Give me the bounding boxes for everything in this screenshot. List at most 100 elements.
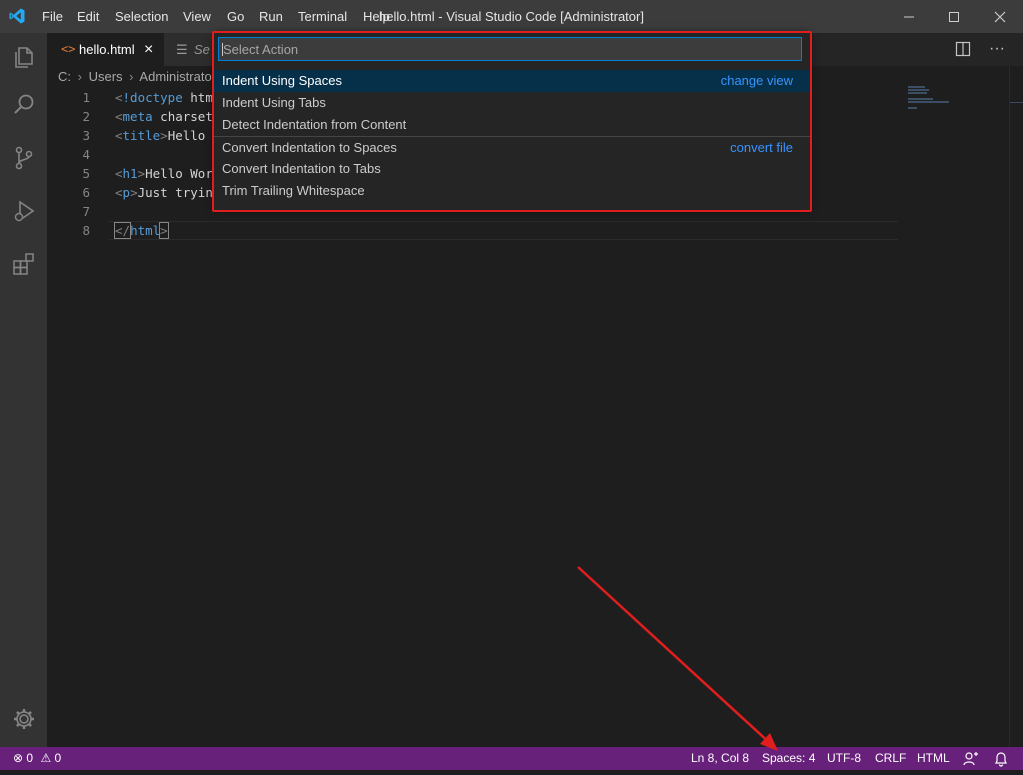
code-tag: !doctype [122,90,183,105]
quick-pick-item[interactable]: Convert Indentation to Tabs [214,158,810,180]
code-bracket: < [115,109,123,124]
chevron-right-icon: › [129,69,134,84]
maximize-button[interactable] [931,0,977,33]
menu-terminal[interactable]: Terminal [298,0,347,33]
code-bracket: > [159,222,169,239]
menu-help[interactable]: Help [363,0,390,33]
language-mode-status[interactable]: HTML [917,747,950,770]
code-text: Hello Wor [145,166,213,181]
line-number: 8 [82,223,90,238]
gear-icon [13,709,34,729]
quick-pick-item-group: convert file [730,140,793,155]
line-number: 6 [82,185,90,200]
activity-source-control[interactable] [0,134,47,182]
encoding-status[interactable]: UTF-8 [827,747,861,770]
line-number: 1 [82,90,90,105]
code-line: </html> [113,221,169,240]
close-icon [994,11,1006,22]
quick-pick-item-label: Indent Using Tabs [222,95,326,110]
activity-manage[interactable] [0,695,47,743]
feedback-button[interactable] [963,747,979,770]
activity-bar [0,33,47,747]
extensions-icon [12,253,34,275]
code-tag: meta [122,109,153,124]
tab-close-button[interactable]: × [144,33,153,66]
more-actions-icon[interactable]: ··· [987,39,1007,59]
indentation-status[interactable]: Spaces: 4 [762,747,815,770]
quick-pick-input[interactable] [218,37,802,61]
activity-search[interactable] [0,81,47,129]
code-bracket: < [115,128,123,143]
split-editor-icon [955,41,971,57]
quick-pick-item[interactable]: Indent Using Tabs [214,92,810,114]
menu-run[interactable]: Run [259,0,283,33]
code-tag: p [122,185,131,200]
code-bracket: < [115,166,123,181]
quick-pick-item-group: change view [720,73,793,88]
minimap[interactable] [905,84,1005,114]
breadcrumb-item[interactable]: Administrato [139,69,211,84]
files-icon [14,47,33,68]
quick-pick-item[interactable]: Convert Indentation to Spaces convert fi… [214,137,810,159]
settings-file-icon: ☰ [176,42,188,57]
breadcrumb: C: › Users › Administrato [58,66,212,88]
vertical-scrollbar[interactable] [1009,66,1023,747]
menu-go[interactable]: Go [227,0,244,33]
error-count: 0 [26,751,34,765]
code-bracket: > [160,128,168,143]
breadcrumb-item[interactable]: Users [89,69,123,84]
quick-pick-item[interactable]: Trim Trailing Whitespace [214,180,810,202]
code-tag: h1 [122,166,138,181]
cursor-position-status[interactable]: Ln 8, Col 8 [691,747,749,770]
chevron-right-icon: › [77,69,82,84]
quick-pick-item-label: Trim Trailing Whitespace [222,183,365,198]
quick-pick-item-label: Detect Indentation from Content [222,117,407,132]
notifications-button[interactable] [994,747,1010,770]
code-bracket: < [115,185,123,200]
code-text: Just tryin [137,185,213,200]
split-editor-button[interactable] [955,41,971,57]
quick-pick-item[interactable]: Detect Indentation from Content [214,114,810,136]
code-line: <title>Hello [115,126,205,145]
menu-file[interactable]: File [42,0,63,33]
code-bracket: </ [113,222,132,239]
title-bar: File Edit Selection View Go Run Terminal… [0,0,1023,33]
code-text: charset [152,109,213,124]
line-number: 4 [82,147,90,162]
close-window-button[interactable] [977,0,1023,33]
source-control-icon [15,146,32,170]
quick-pick-item[interactable]: Indent Using Spaces change view [214,70,810,92]
code-text: Hello [167,128,206,143]
warning-count: 0 [54,751,62,765]
activity-explorer[interactable] [0,33,47,81]
activity-run-debug[interactable] [0,187,47,235]
bell-icon [995,752,1007,767]
activity-extensions[interactable] [0,240,47,288]
code-line: <!doctype htm [115,88,213,107]
code-line: <h1>Hello Wor [115,164,213,183]
problems-status[interactable]: ⊗ 0 ⚠ 0 [13,747,61,770]
search-icon [13,94,33,114]
feedback-icon [963,752,978,766]
code-line: <meta charset [115,107,213,126]
code-bracket: > [130,185,138,200]
warning-icon: ⚠ [40,751,52,765]
vscode-logo-icon [9,8,25,24]
code-text: htm [182,90,213,105]
line-number: 5 [82,166,90,181]
code-line: <p>Just tryin [115,183,213,202]
status-bar: ⊗ 0 ⚠ 0 Ln 8, Col 8 Spaces: 4 UTF-8 CRLF… [0,747,1023,770]
menu-selection[interactable]: Selection [115,0,168,33]
line-number: 2 [82,109,90,124]
scroll-position-marker [1010,102,1023,103]
menu-edit[interactable]: Edit [77,0,99,33]
tab-hello-html[interactable]: <> hello.html × [47,33,164,66]
menu-view[interactable]: View [183,0,211,33]
line-number: 7 [82,204,90,219]
breadcrumb-item[interactable]: C: [58,69,71,84]
tab-label: Se [194,42,210,57]
eol-status[interactable]: CRLF [875,747,906,770]
text-cursor [222,43,223,56]
minimize-button[interactable] [886,0,932,33]
quick-pick-item-label: Convert Indentation to Spaces [222,140,397,155]
